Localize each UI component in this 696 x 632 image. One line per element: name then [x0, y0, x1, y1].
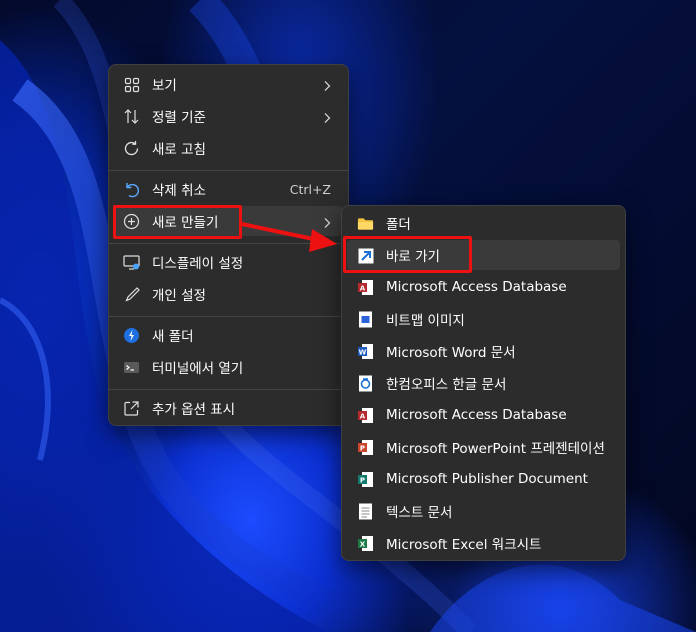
desktop-context-menu: 보기 정렬 기준 새로 고침 삭제 취소 Ctrl+Z 새로 만들기 디스플레이: [108, 64, 349, 426]
svg-text:P: P: [360, 476, 365, 484]
chevron-right-icon: [323, 109, 331, 128]
undo-icon: [123, 181, 140, 198]
menu-item-label: 추가 옵션 표시: [152, 402, 236, 418]
menu-item-label: 디스플레이 설정: [152, 256, 244, 272]
submenu-item-label: 폴더: [386, 217, 411, 233]
hwp-icon: [357, 375, 374, 392]
bitmap-icon: [357, 311, 374, 328]
submenu-item-label: Microsoft PowerPoint 프레젠테이션: [386, 441, 605, 457]
submenu-item-label: 비트맵 이미지: [386, 313, 465, 329]
new-folder-icon: [123, 327, 140, 344]
submenu-item-text-document[interactable]: 텍스트 문서: [347, 496, 620, 526]
submenu-item-bitmap-image[interactable]: 비트맵 이미지: [347, 304, 620, 334]
menu-item-label: 개인 설정: [152, 288, 206, 304]
chevron-right-icon: [323, 214, 331, 233]
display-settings-icon: [123, 254, 140, 271]
submenu-item-excel-worksheet[interactable]: X Microsoft Excel 워크시트: [347, 528, 620, 558]
submenu-item-access-database[interactable]: A Microsoft Access Database: [347, 272, 620, 302]
submenu-item-label: 텍스트 문서: [386, 505, 453, 521]
external-link-icon: [123, 400, 140, 417]
shortcut-text: Ctrl+Z: [289, 181, 331, 197]
powerpoint-icon: P: [357, 439, 374, 456]
terminal-icon: [123, 359, 140, 376]
refresh-icon: [123, 140, 140, 157]
menu-separator: [109, 316, 348, 317]
submenu-item-publisher[interactable]: P Microsoft Publisher Document: [347, 464, 620, 494]
publisher-icon: P: [357, 471, 374, 488]
menu-item-label: 새 폴더: [152, 329, 194, 345]
menu-item-label: 새로 고침: [152, 142, 206, 158]
svg-text:X: X: [360, 540, 366, 548]
access-icon: A: [357, 279, 374, 296]
menu-item-personalize[interactable]: 개인 설정: [114, 279, 343, 309]
submenu-item-hwp-document[interactable]: 한컴오피스 한글 문서: [347, 368, 620, 398]
menu-item-undo-delete[interactable]: 삭제 취소 Ctrl+Z: [114, 174, 343, 204]
highlight-box-shortcut: [343, 236, 472, 273]
sort-arrows-icon: [123, 108, 140, 125]
submenu-item-label: 한컴오피스 한글 문서: [386, 377, 507, 393]
menu-item-label: 터미널에서 열기: [152, 361, 244, 377]
menu-item-open-terminal[interactable]: 터미널에서 열기: [114, 352, 343, 382]
menu-item-new-folder[interactable]: 새 폴더: [114, 320, 343, 350]
submenu-item-powerpoint[interactable]: P Microsoft PowerPoint 프레젠테이션: [347, 432, 620, 462]
menu-item-label: 삭제 취소: [152, 183, 206, 199]
svg-text:A: A: [360, 412, 366, 420]
menu-item-view[interactable]: 보기: [114, 69, 343, 99]
grid-view-icon: [123, 76, 140, 93]
submenu-item-label: Microsoft Access Database: [386, 279, 567, 295]
submenu-item-access-database-2[interactable]: A Microsoft Access Database: [347, 400, 620, 430]
svg-text:P: P: [360, 444, 365, 452]
submenu-item-label: Microsoft Access Database: [386, 407, 567, 423]
menu-item-label: 보기: [152, 78, 177, 94]
svg-text:A: A: [360, 284, 366, 292]
chevron-right-icon: [323, 77, 331, 96]
text-document-icon: [357, 503, 374, 520]
menu-item-show-more-options[interactable]: 추가 옵션 표시: [114, 393, 343, 423]
word-icon: W: [357, 343, 374, 360]
highlight-box-new: [113, 205, 242, 239]
pen-brush-icon: [123, 286, 140, 303]
menu-item-refresh[interactable]: 새로 고침: [114, 133, 343, 163]
svg-text:W: W: [359, 348, 367, 356]
excel-icon: X: [357, 535, 374, 552]
submenu-item-word-document[interactable]: W Microsoft Word 문서: [347, 336, 620, 366]
submenu-item-folder[interactable]: 폴더: [347, 208, 620, 238]
submenu-item-label: Microsoft Excel 워크시트: [386, 537, 542, 553]
menu-separator: [109, 389, 348, 390]
submenu-item-label: Microsoft Publisher Document: [386, 471, 588, 487]
submenu-item-label: Microsoft Word 문서: [386, 345, 516, 361]
menu-separator: [109, 170, 348, 171]
folder-icon: [357, 215, 374, 232]
access-icon: A: [357, 407, 374, 424]
menu-item-sort-by[interactable]: 정렬 기준: [114, 101, 343, 131]
menu-item-label: 정렬 기준: [152, 110, 206, 126]
menu-item-display-settings[interactable]: 디스플레이 설정: [114, 247, 343, 277]
menu-separator: [109, 243, 348, 244]
